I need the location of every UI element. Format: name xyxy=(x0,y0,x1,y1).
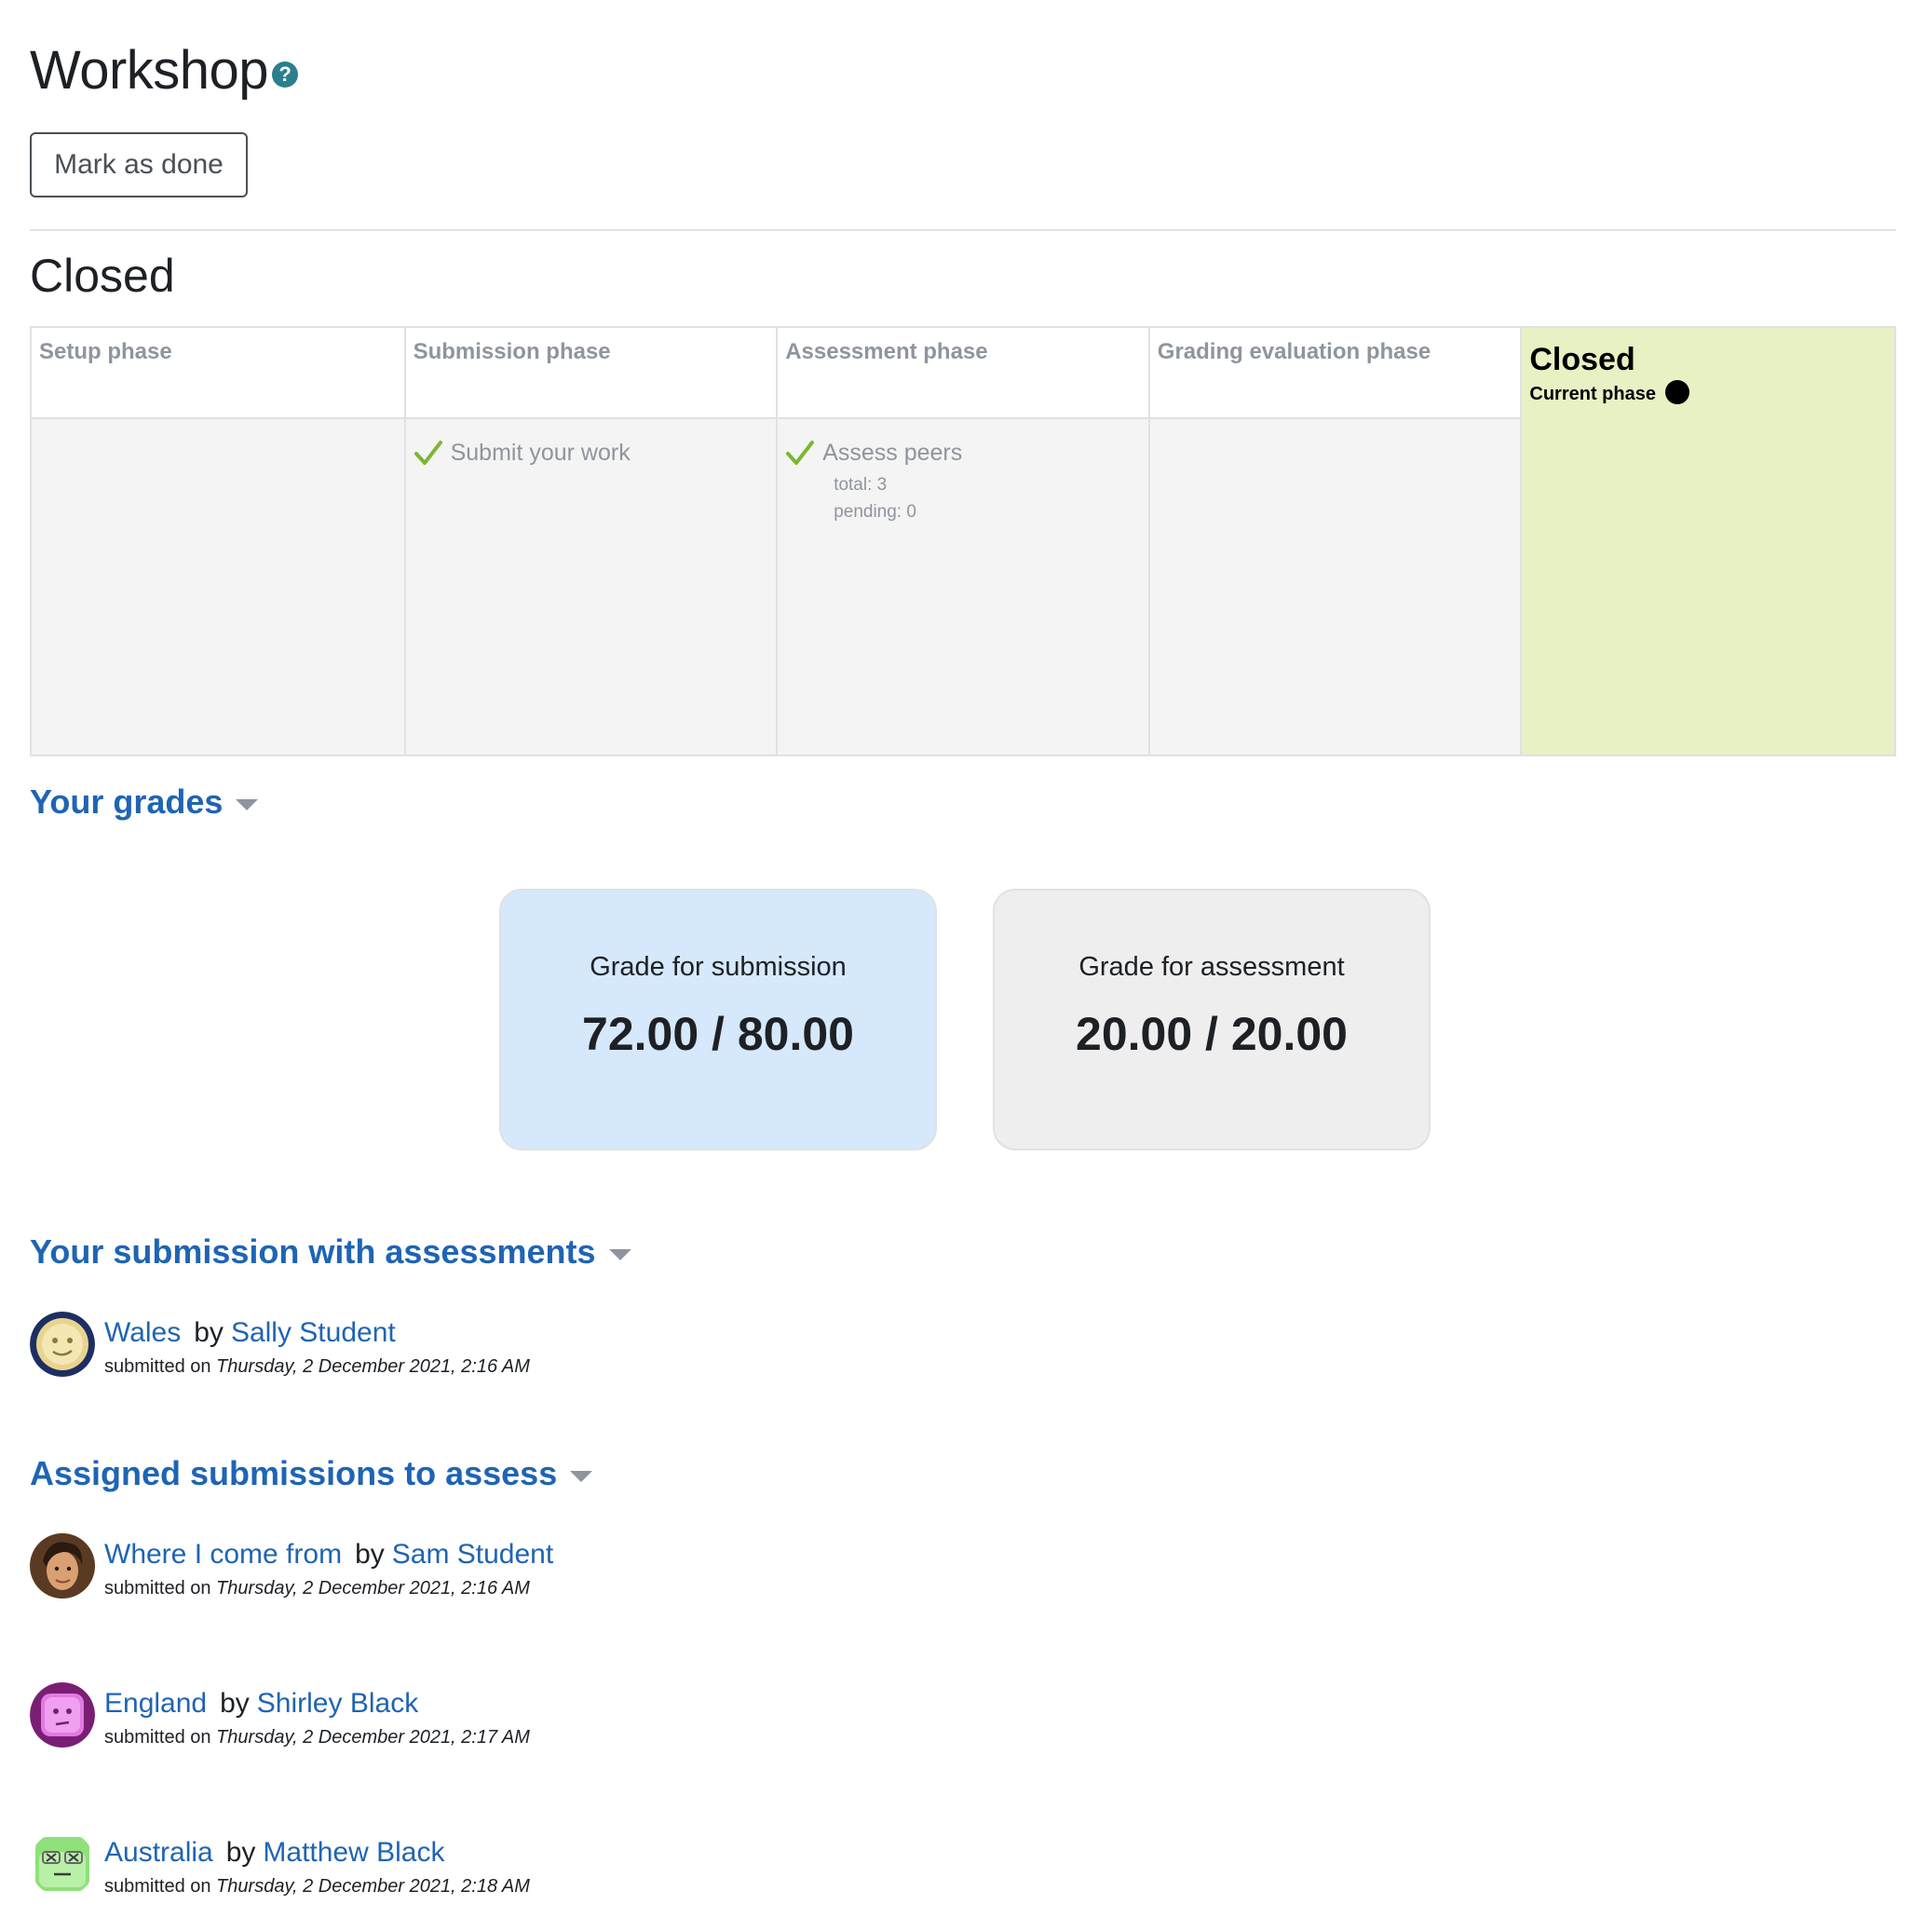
your-grades-toggle[interactable]: Your grades xyxy=(30,782,259,822)
author-link[interactable]: Sally Student xyxy=(231,1317,396,1348)
submitted-date: Thursday, 2 December 2021, 2:16 AM xyxy=(216,1356,530,1377)
grade-value: 20.00 / 20.00 xyxy=(1076,1008,1348,1060)
submitted-date: Thursday, 2 December 2021, 2:18 AM xyxy=(216,1876,530,1897)
grade-submission-card: Grade for submission 72.00 / 80.00 xyxy=(499,889,937,1150)
grade-assessment-card: Grade for assessment 20.00 / 20.00 xyxy=(993,889,1431,1150)
grade-value: 72.00 / 80.00 xyxy=(582,1008,854,1060)
current-phase-heading: Closed xyxy=(30,250,175,302)
task-assess-peers: Assess peers xyxy=(785,438,1141,468)
caret-down-icon xyxy=(570,1471,593,1482)
mark-as-done-button[interactable]: Mark as done xyxy=(30,132,248,197)
current-phase-dot-icon xyxy=(1664,379,1689,404)
submitted-prefix: submitted on xyxy=(104,1356,211,1377)
submission-title-link[interactable]: England xyxy=(104,1688,207,1719)
phase-name: Closed xyxy=(1529,342,1635,377)
task-info: total: 3 pending: 0 xyxy=(834,471,1141,525)
submission-entry: Wales by Sally Student submitted on Thursd… xyxy=(30,1312,530,1378)
section-label: Your submission with assessments xyxy=(30,1232,596,1271)
submitted-prefix: submitted on xyxy=(104,1578,211,1599)
task-submit-work: Submit your work xyxy=(414,438,769,468)
by-text: by xyxy=(194,1317,224,1348)
caret-down-icon xyxy=(236,799,259,810)
grade-title: Grade for submission xyxy=(590,952,847,982)
assigned-submissions-toggle[interactable]: Assigned submissions to assess xyxy=(30,1454,593,1493)
phase-closed-current: Closed Current phase xyxy=(1520,328,1894,755)
phase-grading-evaluation: Grading evaluation phase xyxy=(1147,328,1521,755)
author-link[interactable]: Sam Student xyxy=(392,1539,553,1570)
check-icon xyxy=(414,441,442,465)
photo-avatar[interactable] xyxy=(30,1533,95,1599)
task-label: Submit your work xyxy=(450,440,631,466)
phase-assessment: Assessment phase Assess peers total: 3 p… xyxy=(776,328,1148,755)
submitted-date: Thursday, 2 December 2021, 2:17 AM xyxy=(216,1727,530,1748)
purple-avatar[interactable] xyxy=(30,1682,95,1748)
page-title: Workshop xyxy=(30,40,269,101)
submitted-prefix: submitted on xyxy=(104,1727,211,1748)
assigned-entry: England by Shirley Black submitted on Thur… xyxy=(30,1682,530,1748)
your-submission-toggle[interactable]: Your submission with assessments xyxy=(30,1232,631,1272)
task-total: total: 3 xyxy=(834,475,888,495)
assigned-entry: Where I come from by Sam Student submitted… xyxy=(30,1533,553,1599)
grade-title: Grade for assessment xyxy=(1078,952,1345,982)
phase-table: Setup phase Submission phase Submit your… xyxy=(30,326,1896,756)
phase-name: Assessment phase xyxy=(785,339,988,364)
task-label: Assess peers xyxy=(822,440,963,466)
by-text: by xyxy=(355,1539,385,1570)
green-avatar[interactable] xyxy=(30,1831,95,1897)
assigned-entry: Australia by Matthew Black submitted on Th… xyxy=(30,1831,530,1898)
by-text: by xyxy=(225,1837,256,1868)
smiley-avatar[interactable] xyxy=(30,1312,95,1377)
task-pending: pending: 0 xyxy=(834,502,916,522)
phase-submission: Submission phase Submit your work xyxy=(403,328,777,755)
submitted-prefix: submitted on xyxy=(104,1876,211,1897)
submission-title-link[interactable]: Wales xyxy=(104,1317,181,1348)
check-icon xyxy=(786,441,815,465)
help-icon[interactable]: ? xyxy=(272,61,299,88)
divider xyxy=(30,229,1896,231)
current-phase-label: Current phase xyxy=(1529,384,1656,404)
phase-setup: Setup phase xyxy=(32,328,404,755)
by-text: by xyxy=(220,1688,250,1719)
submission-title-link[interactable]: Australia xyxy=(104,1837,213,1868)
author-link[interactable]: Shirley Black xyxy=(257,1688,418,1719)
caret-down-icon xyxy=(608,1249,631,1260)
author-link[interactable]: Matthew Black xyxy=(263,1837,444,1868)
title-row: Workshop ? xyxy=(30,37,299,104)
phase-name: Grading evaluation phase xyxy=(1157,339,1431,364)
submitted-date: Thursday, 2 December 2021, 2:16 AM xyxy=(216,1578,530,1599)
phase-name: Submission phase xyxy=(413,339,611,364)
section-label: Assigned submissions to assess xyxy=(30,1454,558,1492)
section-label: Your grades xyxy=(30,782,224,821)
phase-name: Setup phase xyxy=(39,339,172,364)
submission-title-link[interactable]: Where I come from xyxy=(104,1539,342,1570)
